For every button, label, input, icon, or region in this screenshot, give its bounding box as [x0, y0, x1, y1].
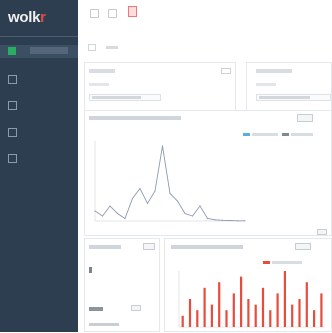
line-chart-card [84, 110, 332, 236]
data-point [116, 212, 119, 215]
data-point [236, 220, 239, 222]
bar [247, 299, 250, 327]
data-point [244, 220, 246, 222]
end-date-value [259, 96, 311, 99]
data-point [176, 200, 179, 202]
summary-title [89, 245, 121, 249]
bar [196, 310, 199, 327]
bar [269, 310, 272, 327]
start-date-value [92, 96, 141, 99]
summary-footer-label [89, 307, 103, 311]
bar [320, 293, 323, 327]
data-point [199, 205, 201, 207]
bar [305, 282, 308, 327]
bar-chart [178, 271, 325, 328]
data-point [139, 187, 141, 190]
bar [232, 293, 235, 327]
data-point [214, 219, 216, 221]
summary-value [89, 267, 92, 273]
end-sublabel [256, 83, 276, 86]
top-bar [78, 0, 332, 29]
summary-footer-text [89, 323, 119, 326]
bar [210, 304, 213, 327]
sidebar: wolkr [0, 0, 78, 332]
bar [218, 282, 221, 327]
data-point [124, 217, 126, 220]
link-icon[interactable] [8, 128, 17, 137]
bar [276, 293, 279, 327]
data-point [109, 205, 111, 207]
bar [240, 276, 243, 327]
end-label [256, 69, 292, 73]
start-date-field[interactable] [89, 94, 161, 101]
alert-icon[interactable] [128, 6, 137, 17]
data-point [94, 210, 96, 212]
data-point [221, 219, 224, 221]
summary-card [84, 238, 160, 332]
bar [203, 287, 206, 327]
tab-label[interactable] [106, 46, 118, 49]
logo-main-text: wolk [8, 9, 41, 26]
chart-scroll-handle[interactable] [317, 229, 327, 235]
end-date-field[interactable] [256, 94, 331, 101]
data-point [169, 192, 171, 195]
data-point [184, 212, 186, 215]
bar [298, 299, 301, 327]
tab-icon[interactable] [88, 44, 96, 51]
main-content [78, 28, 332, 332]
bar [291, 304, 294, 327]
data-point [206, 217, 209, 220]
data-point [154, 190, 156, 192]
dashboard-icon[interactable] [8, 75, 17, 84]
bar [181, 315, 184, 327]
home-icon[interactable] [90, 9, 99, 18]
start-sublabel [89, 83, 109, 86]
bar [261, 287, 265, 327]
data-point [146, 202, 149, 205]
sidebar-item-active[interactable] [0, 45, 78, 58]
reports-icon[interactable] [8, 154, 17, 163]
bar [283, 271, 286, 327]
bar [225, 310, 228, 327]
add-icon [8, 47, 16, 55]
sidebar-divider [0, 36, 78, 37]
bar [313, 310, 316, 327]
bar [254, 304, 257, 327]
app-logo[interactable]: wolkr [8, 9, 46, 26]
start-label [89, 69, 115, 73]
menu-icon[interactable] [108, 9, 117, 18]
bar-chart-card [164, 238, 332, 332]
data-point [131, 197, 134, 200]
data-point [161, 145, 164, 147]
data-point [101, 215, 104, 217]
sidebar-item-label [30, 47, 68, 54]
bar [188, 299, 192, 327]
line-chart [94, 141, 246, 222]
calendar-icon[interactable] [221, 68, 231, 74]
summary-options-button[interactable] [143, 243, 155, 250]
logo-accent-text: r [40, 9, 46, 26]
summary-action-button[interactable] [131, 305, 141, 311]
data-point [229, 219, 231, 222]
devices-icon[interactable] [8, 101, 17, 110]
data-point [191, 215, 194, 217]
series-line [94, 145, 245, 222]
